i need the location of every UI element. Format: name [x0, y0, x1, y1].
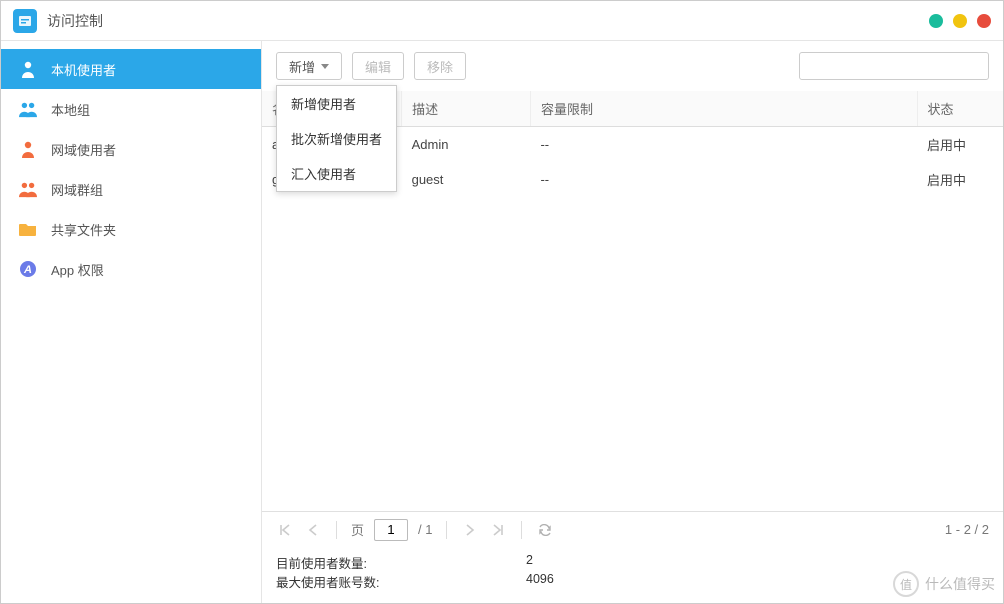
sidebar-item-label: 网域群组 [51, 180, 103, 199]
next-page-button[interactable] [461, 521, 479, 539]
minimize-button[interactable] [929, 14, 943, 28]
last-page-button[interactable] [489, 521, 507, 539]
svg-text:A: A [23, 264, 32, 276]
sidebar-item-local-users[interactable]: 本机使用者 [1, 49, 261, 89]
sidebar-item-app-permissions[interactable]: A App 权限 [1, 249, 261, 289]
edit-button[interactable]: 编辑 [352, 52, 404, 80]
current-users-label: 目前使用者数量: [276, 553, 526, 572]
dropdown-item-new-user[interactable]: 新增使用者 [277, 86, 396, 121]
sidebar-item-label: App 权限 [51, 260, 104, 279]
max-users-label: 最大使用者账号数: [276, 572, 526, 591]
footer-info: 目前使用者数量: 2 最大使用者账号数: 4096 [262, 547, 1003, 603]
chevron-down-icon [321, 64, 329, 69]
cell-status: 启用中 [917, 127, 1003, 163]
cell-status: 启用中 [917, 162, 1003, 197]
cell-quota: -- [530, 162, 917, 197]
sidebar-item-shared-folders[interactable]: 共享文件夹 [1, 209, 261, 249]
app-icon [13, 9, 37, 33]
search-input[interactable] [814, 59, 990, 74]
cell-desc: Admin [402, 127, 531, 163]
dropdown-item-import-user[interactable]: 汇入使用者 [277, 156, 396, 191]
dropdown-item-batch-new-user[interactable]: 批次新增使用者 [277, 121, 396, 156]
col-header-quota[interactable]: 容量限制 [530, 91, 917, 127]
sidebar-item-label: 网域使用者 [51, 140, 116, 159]
total-pages: / 1 [418, 522, 432, 537]
pager-range: 1 - 2 / 2 [945, 522, 989, 537]
sidebar-item-label: 共享文件夹 [51, 220, 116, 239]
col-header-desc[interactable]: 描述 [402, 91, 531, 127]
current-users-value: 2 [526, 553, 533, 572]
max-users-value: 4096 [526, 572, 554, 591]
toolbar: 新增 编辑 移除 新增使用者 批次新增使用者 汇入使用者 [262, 41, 1003, 91]
cell-desc: guest [402, 162, 531, 197]
app-icon: A [19, 260, 37, 278]
add-button[interactable]: 新增 [276, 52, 342, 80]
separator [336, 521, 337, 539]
window-controls [929, 14, 991, 28]
first-page-button[interactable] [276, 521, 294, 539]
titlebar: 访问控制 [1, 1, 1003, 41]
add-button-label: 新增 [289, 57, 315, 76]
cell-quota: -- [530, 127, 917, 163]
add-dropdown: 新增使用者 批次新增使用者 汇入使用者 [276, 85, 397, 192]
group-icon [19, 100, 37, 118]
separator [521, 521, 522, 539]
sidebar-item-domain-users[interactable]: 网域使用者 [1, 129, 261, 169]
search-box[interactable] [799, 52, 989, 80]
refresh-button[interactable] [536, 521, 554, 539]
page-label: 页 [351, 520, 364, 539]
sidebar: 本机使用者 本地组 网域使用者 网域群组 共享文件夹 A App 权限 [1, 41, 261, 603]
group-icon [19, 180, 37, 198]
prev-page-button[interactable] [304, 521, 322, 539]
sidebar-item-domain-groups[interactable]: 网域群组 [1, 169, 261, 209]
remove-button[interactable]: 移除 [414, 52, 466, 80]
person-icon [19, 60, 37, 78]
window-title: 访问控制 [47, 11, 103, 31]
close-button[interactable] [977, 14, 991, 28]
page-input[interactable] [374, 519, 408, 541]
sidebar-item-local-groups[interactable]: 本地组 [1, 89, 261, 129]
maximize-button[interactable] [953, 14, 967, 28]
sidebar-item-label: 本地组 [51, 100, 90, 119]
pager: 页 / 1 1 - 2 / 2 [262, 511, 1003, 547]
sidebar-item-label: 本机使用者 [51, 60, 116, 79]
person-icon [19, 140, 37, 158]
main-panel: 新增 编辑 移除 新增使用者 批次新增使用者 汇入使用者 名称 描述 [261, 41, 1003, 603]
col-header-status[interactable]: 状态 [917, 91, 1003, 127]
folder-icon [19, 220, 37, 238]
separator [446, 521, 447, 539]
